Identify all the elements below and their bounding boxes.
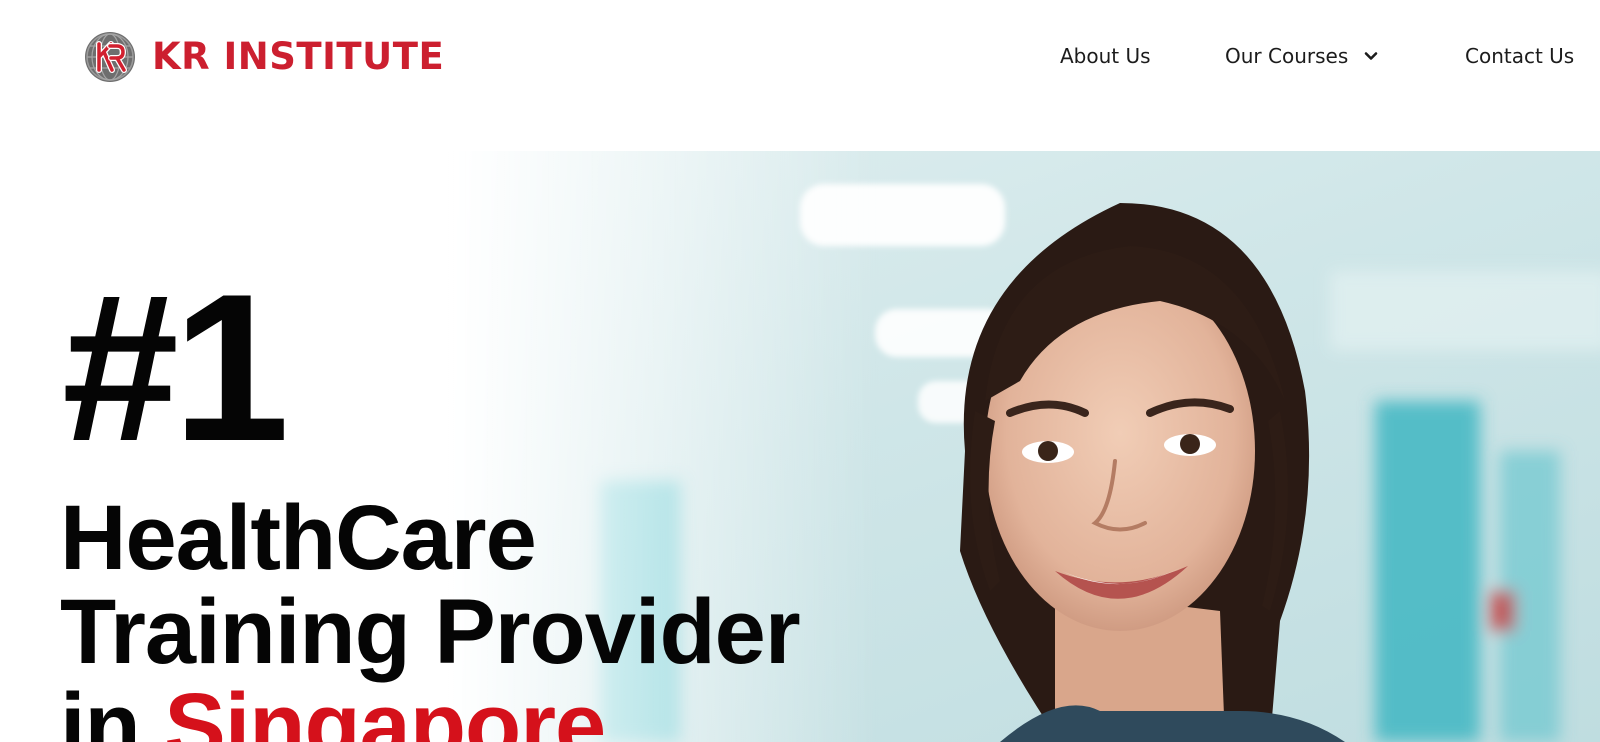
chevron-down-icon: [1364, 52, 1378, 60]
hero-headline-line-3: in Singapore: [60, 679, 800, 742]
nav-contact-us-label: Contact Us: [1465, 44, 1575, 68]
hero-headline-line-2: Training Provider: [60, 581, 801, 683]
nav-about-us-label: About Us: [1060, 44, 1151, 68]
globe-kr-icon: [85, 32, 135, 82]
hero-headline-line-1: HealthCare: [60, 487, 537, 589]
nav-our-courses[interactable]: Our Courses: [1225, 40, 1378, 72]
hero-text: #1 HealthCare Training Provider in Singa…: [0, 151, 900, 742]
nav-contact-us[interactable]: Contact Us: [1465, 40, 1574, 72]
hero-headline: HealthCare Training Provider in Singapor…: [60, 487, 801, 742]
hero-banner: #1 HealthCare Training Provider in Singa…: [0, 151, 1600, 742]
brand-logo[interactable]: KR INSTITUTE: [84, 31, 444, 83]
hero-headline-accent: Singapore: [164, 675, 606, 742]
hero-rank: #1: [62, 250, 290, 485]
hero-headline-prefix: in: [60, 675, 165, 742]
nav-our-courses-label: Our Courses: [1225, 44, 1349, 68]
site-header: KR INSTITUTE About Us Our Courses Contac…: [0, 0, 1600, 112]
brand-name: KR INSTITUTE: [152, 35, 445, 78]
nav-about-us[interactable]: About Us: [1060, 40, 1151, 72]
